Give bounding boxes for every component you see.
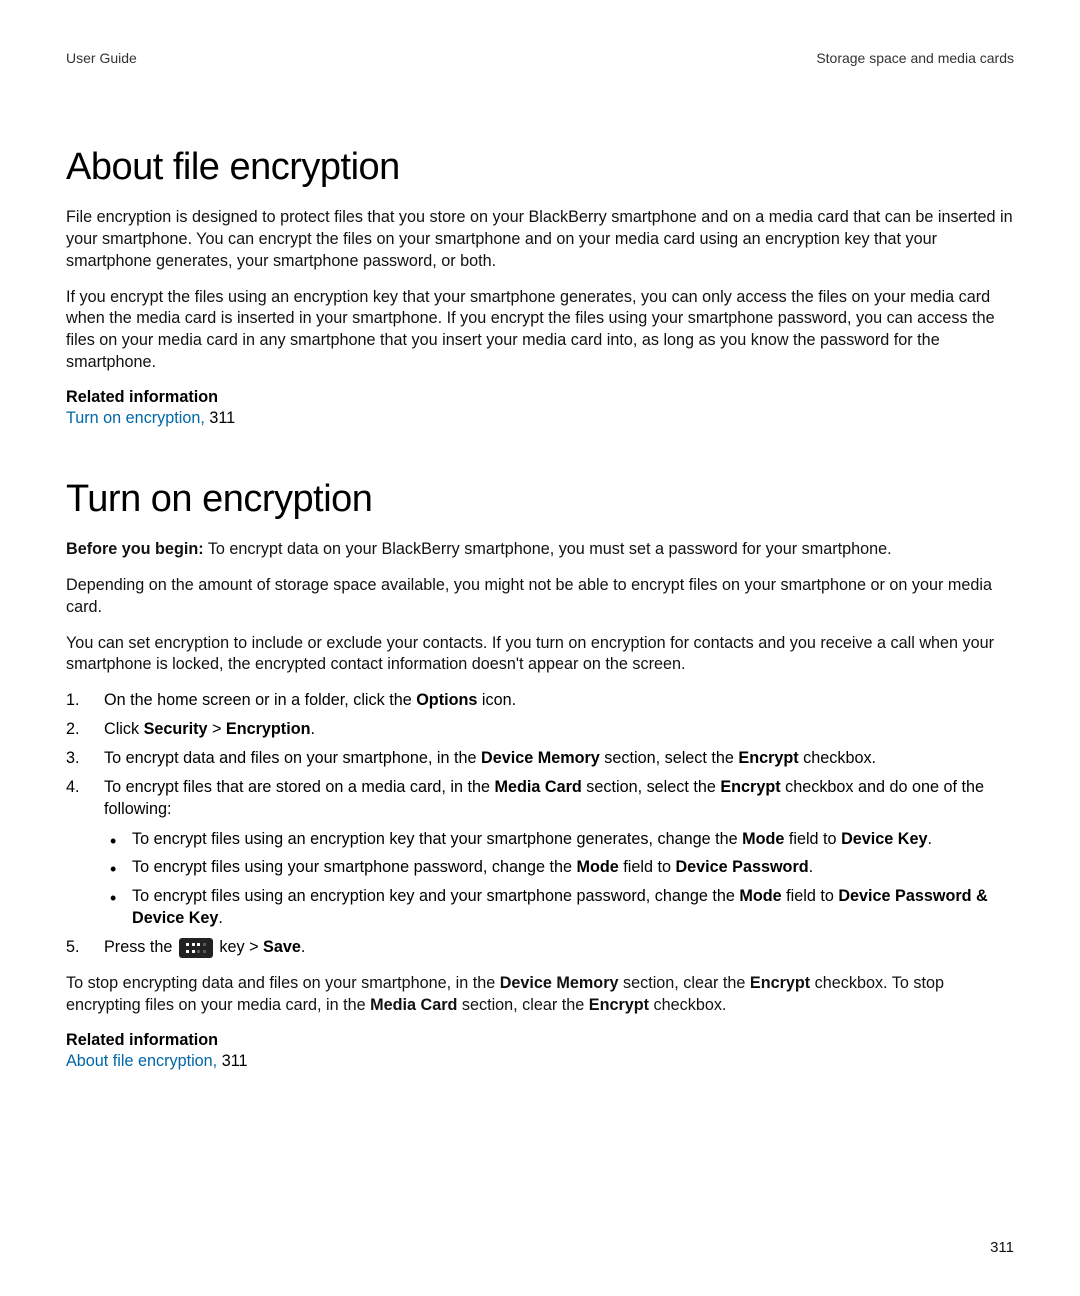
- body-text: checkbox.: [649, 996, 726, 1014]
- ui-term: Device Password: [675, 858, 808, 876]
- before-begin-label: Before you begin:: [66, 540, 204, 558]
- step-text: To encrypt files that are stored on a me…: [104, 778, 495, 796]
- header-right: Storage space and media cards: [816, 50, 1014, 66]
- ui-term: Security: [144, 720, 208, 738]
- ui-term: Encrypt: [738, 749, 798, 767]
- ui-term: Media Card: [495, 778, 582, 796]
- sub-bullets: To encrypt files using an encryption key…: [104, 829, 1014, 930]
- heading-turn-on-encryption: Turn on encryption: [66, 478, 1014, 521]
- step-text: On the home screen or in a folder, click…: [104, 691, 416, 709]
- header-left: User Guide: [66, 50, 137, 66]
- bullet-text: field to: [784, 830, 841, 848]
- link-turn-on-encryption[interactable]: Turn on encryption,: [66, 409, 205, 427]
- page-number: 311: [990, 1239, 1014, 1256]
- ui-term: Device Key: [841, 830, 927, 848]
- bullet-text: field to: [619, 858, 676, 876]
- body-text: To stop encrypting data and files on you…: [66, 974, 500, 992]
- steps-list: On the home screen or in a folder, click…: [66, 690, 1014, 959]
- step-item: Click Security > Encryption.: [66, 719, 1014, 741]
- related-info-heading: Related information: [66, 1031, 1014, 1050]
- bullet-item: To encrypt files using an encryption key…: [104, 829, 1014, 851]
- related-link-page: 311: [222, 1052, 248, 1070]
- ui-term: Encrypt: [750, 974, 810, 992]
- ui-term: Mode: [577, 858, 619, 876]
- ui-term: Encrypt: [589, 996, 649, 1014]
- closing-paragraph: To stop encrypting data and files on you…: [66, 973, 1014, 1017]
- ui-term: Media Card: [370, 996, 457, 1014]
- heading-about-file-encryption: About file encryption: [66, 146, 1014, 189]
- body-paragraph: You can set encryption to include or exc…: [66, 633, 1014, 677]
- body-text: section, clear the: [457, 996, 588, 1014]
- related-info-heading: Related information: [66, 388, 1014, 407]
- step-text: section, select the: [600, 749, 739, 767]
- step-text: icon.: [477, 691, 516, 709]
- before-begin-text: To encrypt data on your BlackBerry smart…: [204, 540, 892, 558]
- bullet-text: To encrypt files using an encryption key…: [132, 830, 742, 848]
- ui-term: Save: [263, 938, 301, 956]
- ui-term: Options: [416, 691, 477, 709]
- step-item: Press the key > Save.: [66, 937, 1014, 959]
- step-item: To encrypt data and files on your smartp…: [66, 748, 1014, 770]
- body-paragraph: File encryption is designed to protect f…: [66, 207, 1014, 273]
- bullet-item: To encrypt files using your smartphone p…: [104, 857, 1014, 879]
- related-link-row: Turn on encryption, 311: [66, 409, 1014, 428]
- body-paragraph: Depending on the amount of storage space…: [66, 575, 1014, 619]
- step-text: Press the: [104, 938, 177, 956]
- related-link-row: About file encryption, 311: [66, 1052, 1014, 1071]
- ui-term: Mode: [742, 830, 784, 848]
- ui-term: Encrypt: [720, 778, 780, 796]
- bullet-text: .: [809, 858, 814, 876]
- ui-term: Encryption: [226, 720, 311, 738]
- before-you-begin: Before you begin: To encrypt data on you…: [66, 539, 1014, 561]
- step-text: Click: [104, 720, 144, 738]
- step-text: .: [301, 938, 306, 956]
- bullet-text: To encrypt files using your smartphone p…: [132, 858, 577, 876]
- body-paragraph: If you encrypt the files using an encryp…: [66, 287, 1014, 374]
- bullet-text: To encrypt files using an encryption key…: [132, 887, 739, 905]
- step-text: key >: [215, 938, 263, 956]
- menu-key-icon: [179, 938, 213, 958]
- page-header: User Guide Storage space and media cards: [66, 50, 1014, 66]
- step-text: .: [310, 720, 315, 738]
- step-text: section, select the: [582, 778, 721, 796]
- ui-term: Mode: [739, 887, 781, 905]
- body-text: section, clear the: [619, 974, 750, 992]
- step-text: checkbox.: [799, 749, 876, 767]
- related-link-page: 311: [209, 409, 235, 427]
- link-about-file-encryption[interactable]: About file encryption,: [66, 1052, 217, 1070]
- bullet-text: .: [218, 909, 223, 927]
- bullet-text: field to: [782, 887, 839, 905]
- bullet-text: .: [927, 830, 932, 848]
- step-item: To encrypt files that are stored on a me…: [66, 777, 1014, 930]
- bullet-item: To encrypt files using an encryption key…: [104, 886, 1014, 930]
- step-item: On the home screen or in a folder, click…: [66, 690, 1014, 712]
- step-text: To encrypt data and files on your smartp…: [104, 749, 481, 767]
- step-text: >: [207, 720, 225, 738]
- ui-term: Device Memory: [481, 749, 600, 767]
- ui-term: Device Memory: [500, 974, 619, 992]
